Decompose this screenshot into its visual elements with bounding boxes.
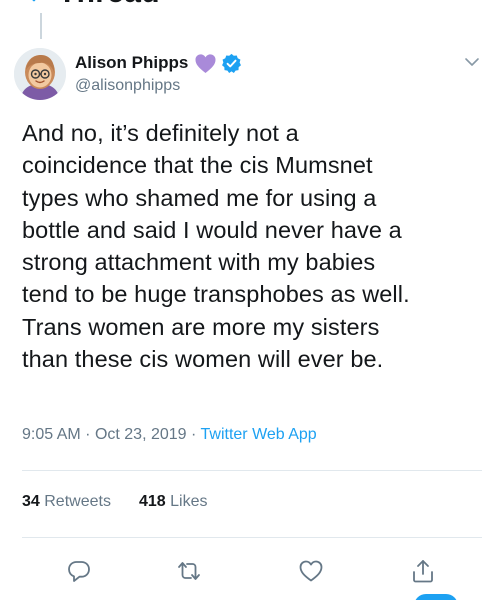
retweets-stat[interactable]: 34 Retweets [22, 493, 111, 510]
likes-label: Likes [170, 493, 208, 510]
meta-separator: · [191, 426, 197, 443]
likes-count: 418 [138, 493, 166, 510]
avatar-illustration [14, 48, 66, 100]
share-icon[interactable] [410, 558, 436, 584]
verified-badge-icon [222, 53, 242, 73]
tweet-detail-screen: Thread Alison Phipps @alisonphipps [0, 0, 504, 600]
reply-icon[interactable] [66, 558, 92, 584]
purple-heart-icon [195, 53, 216, 73]
tweet-text-line: tend to be huge transphobes as well. [22, 281, 410, 308]
display-name[interactable]: Alison Phipps [75, 53, 188, 73]
avatar[interactable] [14, 48, 66, 100]
retweets-count: 34 [22, 493, 40, 510]
tweet-source-link[interactable]: Twitter Web App [201, 426, 317, 443]
author-name-row: Alison Phipps [75, 51, 242, 75]
tweet-text: And no, it’s definitely not a coincidenc… [22, 117, 496, 375]
page-title: Thread [58, 0, 318, 8]
author-handle[interactable]: @alisonphipps [75, 77, 180, 95]
chevron-left-icon[interactable] [20, 0, 42, 2]
retweets-label: Retweets [44, 493, 111, 510]
tweet-text-line: types who shamed me for using a [22, 184, 377, 211]
tweet-time: 9:05 AM [22, 426, 81, 443]
divider [22, 537, 482, 538]
likes-stat[interactable]: 418 Likes [139, 493, 208, 510]
tweet-text-line: Trans women are more my sisters [22, 313, 380, 340]
like-icon[interactable] [298, 558, 324, 584]
nav-header: Thread [0, 0, 504, 10]
tweet-metadata: 9:05 AM · Oct 23, 2019 · Twitter Web App [22, 426, 317, 444]
tweet-text-line: coincidence that the cis Mumsnet [22, 152, 373, 179]
tweet-text-line: And no, it’s definitely not a [22, 120, 299, 146]
meta-separator: · [85, 426, 91, 443]
divider [22, 470, 482, 471]
engagement-stats: 34 Retweets 418 Likes [22, 493, 207, 511]
chevron-down-icon[interactable] [464, 56, 480, 68]
retweet-icon[interactable] [176, 558, 202, 584]
tweet-date: Oct 23, 2019 [94, 426, 187, 443]
tweet-text-line: bottle and said I would never have a [22, 216, 402, 243]
compose-button[interactable] [414, 594, 458, 600]
thread-connector-line [40, 13, 42, 39]
tweet-text-line: than these cis women will ever be. [22, 346, 384, 373]
tweet-text-line: strong attachment with my babies [22, 249, 376, 276]
